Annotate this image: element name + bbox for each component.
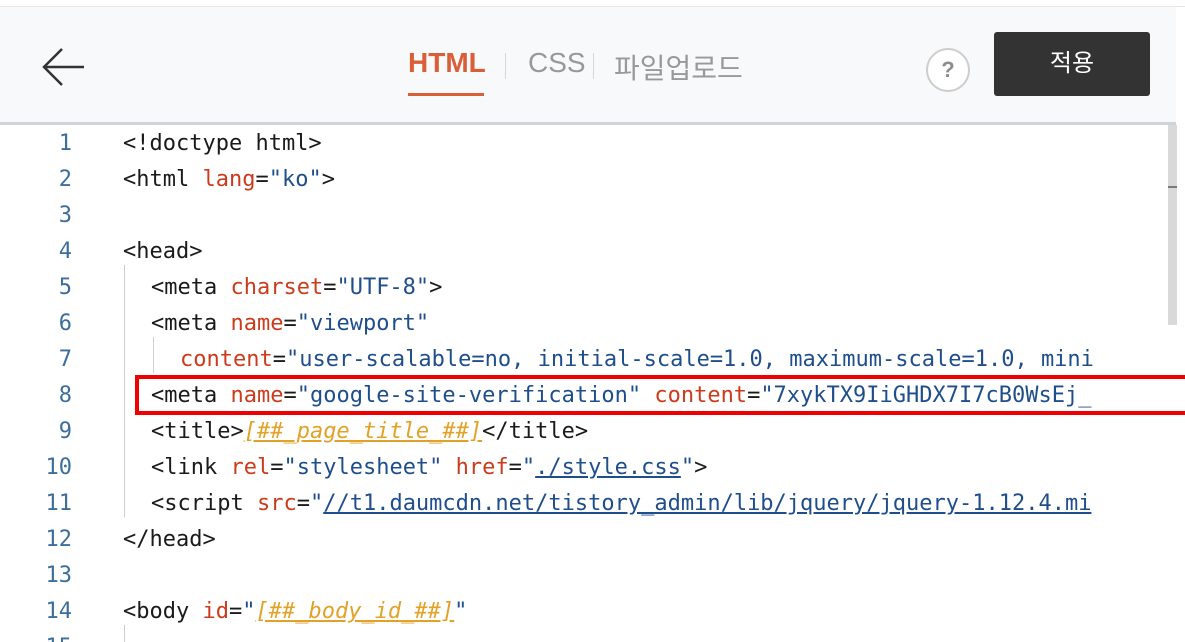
line-number: 10 (45, 455, 73, 480)
code-line: <body id="[##_body_id_##]" (123, 599, 467, 624)
code-token: src (256, 491, 297, 516)
code-token: <meta (151, 275, 231, 300)
code-line: <html lang="ko"> (123, 167, 335, 192)
highlight-box (135, 375, 1185, 415)
code-line: content="user-scalable=no, initial-scale… (180, 347, 1094, 372)
tab-separator (593, 53, 594, 79)
code-token: "viewport" (296, 311, 430, 336)
line-number: 3 (58, 203, 72, 228)
line-number: 2 (58, 167, 72, 192)
editor-header: HTML CSS 파일업로드 ? 적용 (0, 7, 1176, 125)
code-token: " (309, 491, 324, 516)
line-number: 9 (58, 419, 72, 444)
code-line: </head> (123, 527, 216, 552)
code-line: <script src="//t1.daumcdn.net/tistory_ad… (151, 491, 1091, 516)
code-token: <script (151, 491, 257, 516)
code-line: <head> (123, 239, 202, 264)
line-number: 7 (58, 347, 72, 372)
line-number: 5 (58, 275, 72, 300)
top-edge (0, 0, 1185, 7)
code-token: = (283, 311, 297, 336)
code-token: = (323, 275, 337, 300)
code-token: " (242, 599, 256, 624)
indent-guide (153, 337, 154, 373)
code-token: <meta (151, 311, 231, 336)
code-token: > (429, 275, 443, 300)
code-line: <link rel="stylesheet" href="./style.css… (151, 455, 707, 480)
line-number: 1 (58, 131, 72, 156)
code-token: " (680, 455, 695, 480)
help-button[interactable]: ? (926, 48, 970, 92)
code-token: href (442, 455, 509, 480)
code-token: " (521, 455, 536, 480)
line-number: 14 (45, 599, 73, 624)
line-number: 15 (0, 635, 73, 642)
code-token: "UTF-8" (336, 275, 430, 300)
code-token: content (180, 347, 273, 372)
question-icon: ? (941, 57, 955, 82)
line-number: 6 (58, 311, 72, 336)
code-token: <html (123, 167, 203, 192)
tab-html[interactable]: HTML (408, 47, 486, 79)
code-token: " (454, 599, 468, 624)
code-token: = (255, 167, 269, 192)
code-line: <title>[##_page_title_##]</title> (151, 419, 588, 444)
code-token: id (202, 599, 229, 624)
line-number: 4 (58, 239, 72, 264)
code-token: = (508, 455, 522, 480)
code-token: <title> (151, 419, 244, 444)
code-token: = (296, 491, 310, 516)
indent-guide (124, 265, 125, 517)
code-token: <link (151, 455, 231, 480)
tab-css[interactable]: CSS (528, 47, 586, 79)
vertical-scrollbar[interactable] (1168, 125, 1177, 325)
code-token: = (272, 347, 286, 372)
code-token: </title> (482, 419, 589, 444)
line-number: 11 (45, 491, 73, 516)
code-link[interactable]: ./style.css (535, 455, 681, 480)
code-token: "ko" (268, 167, 322, 192)
code-token: lang (202, 167, 256, 192)
code-token: > (694, 455, 708, 480)
code-token: "user-scalable=no, initial-scale=1.0, ma… (285, 347, 1094, 372)
code-token: [##_page_title_##] (243, 419, 483, 444)
code-token: <body (123, 599, 203, 624)
code-link[interactable]: //t1.daumcdn.net/tistory_admin/lib/jquer… (323, 491, 1091, 516)
code-token: "stylesheet" (283, 455, 443, 480)
code-line: <meta charset="UTF-8"> (151, 275, 442, 300)
active-tab-underline (408, 93, 484, 96)
code-token: <!doctype html> (123, 131, 322, 156)
apply-button[interactable]: 적용 (994, 32, 1150, 96)
tab-file-upload[interactable]: 파일업로드 (614, 47, 743, 87)
scrollbar-marker (1168, 186, 1177, 188)
code-line: <!doctype html> (123, 131, 322, 156)
code-token: = (228, 599, 243, 624)
code-token: charset (230, 275, 324, 300)
code-token: </head> (123, 527, 216, 552)
line-number: 12 (45, 527, 73, 552)
line-number: 8 (58, 383, 72, 408)
line-number: 13 (45, 563, 73, 588)
code-line: <meta name="viewport" (151, 311, 429, 336)
code-token: [##_body_id_##] (255, 599, 455, 624)
indent-guide (124, 625, 125, 642)
code-token: > (321, 167, 335, 192)
code-editor[interactable]: 1 2 3 4 5 6 7 8 9 10 11 12 13 14 15 <!do… (0, 125, 1185, 642)
code-token: rel (230, 455, 271, 480)
code-token: name (230, 311, 284, 336)
tab-separator (505, 53, 506, 79)
code-token: = (270, 455, 284, 480)
code-token: <head> (123, 239, 203, 264)
